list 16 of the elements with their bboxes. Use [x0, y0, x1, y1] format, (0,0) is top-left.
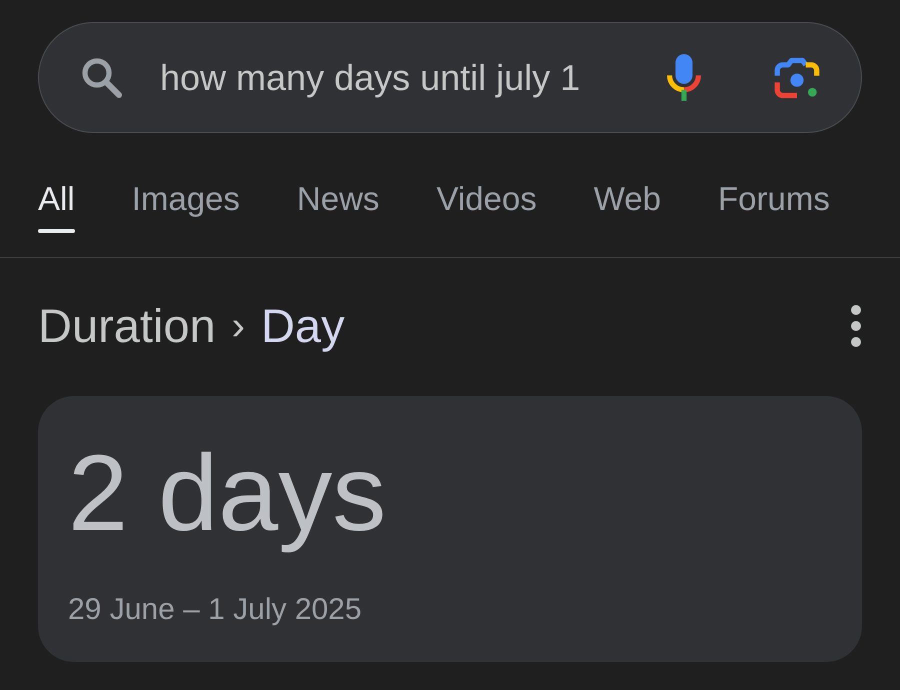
- date-range: 29 June – 1 July 2025: [68, 592, 362, 628]
- tab[interactable]: Web: [594, 179, 662, 219]
- search-icon[interactable]: [82, 58, 122, 98]
- tab[interactable]: Videos: [436, 179, 537, 219]
- search-bar[interactable]: how many days until july 1: [38, 22, 862, 133]
- tab[interactable]: News: [296, 179, 380, 219]
- tab[interactable]: Images: [132, 179, 240, 219]
- breadcrumb-separator: ›: [232, 303, 245, 350]
- duration-value: 2 days: [68, 433, 386, 553]
- tab[interactable]: Forums: [718, 179, 830, 219]
- tab[interactable]: All: [38, 179, 75, 233]
- microphone-icon[interactable]: [667, 54, 701, 101]
- breadcrumb-link[interactable]: Duration: [38, 300, 216, 352]
- more-options-icon[interactable]: [850, 304, 862, 348]
- breadcrumb-link[interactable]: Day: [260, 300, 345, 352]
- search-query[interactable]: how many days until july 1: [160, 56, 667, 100]
